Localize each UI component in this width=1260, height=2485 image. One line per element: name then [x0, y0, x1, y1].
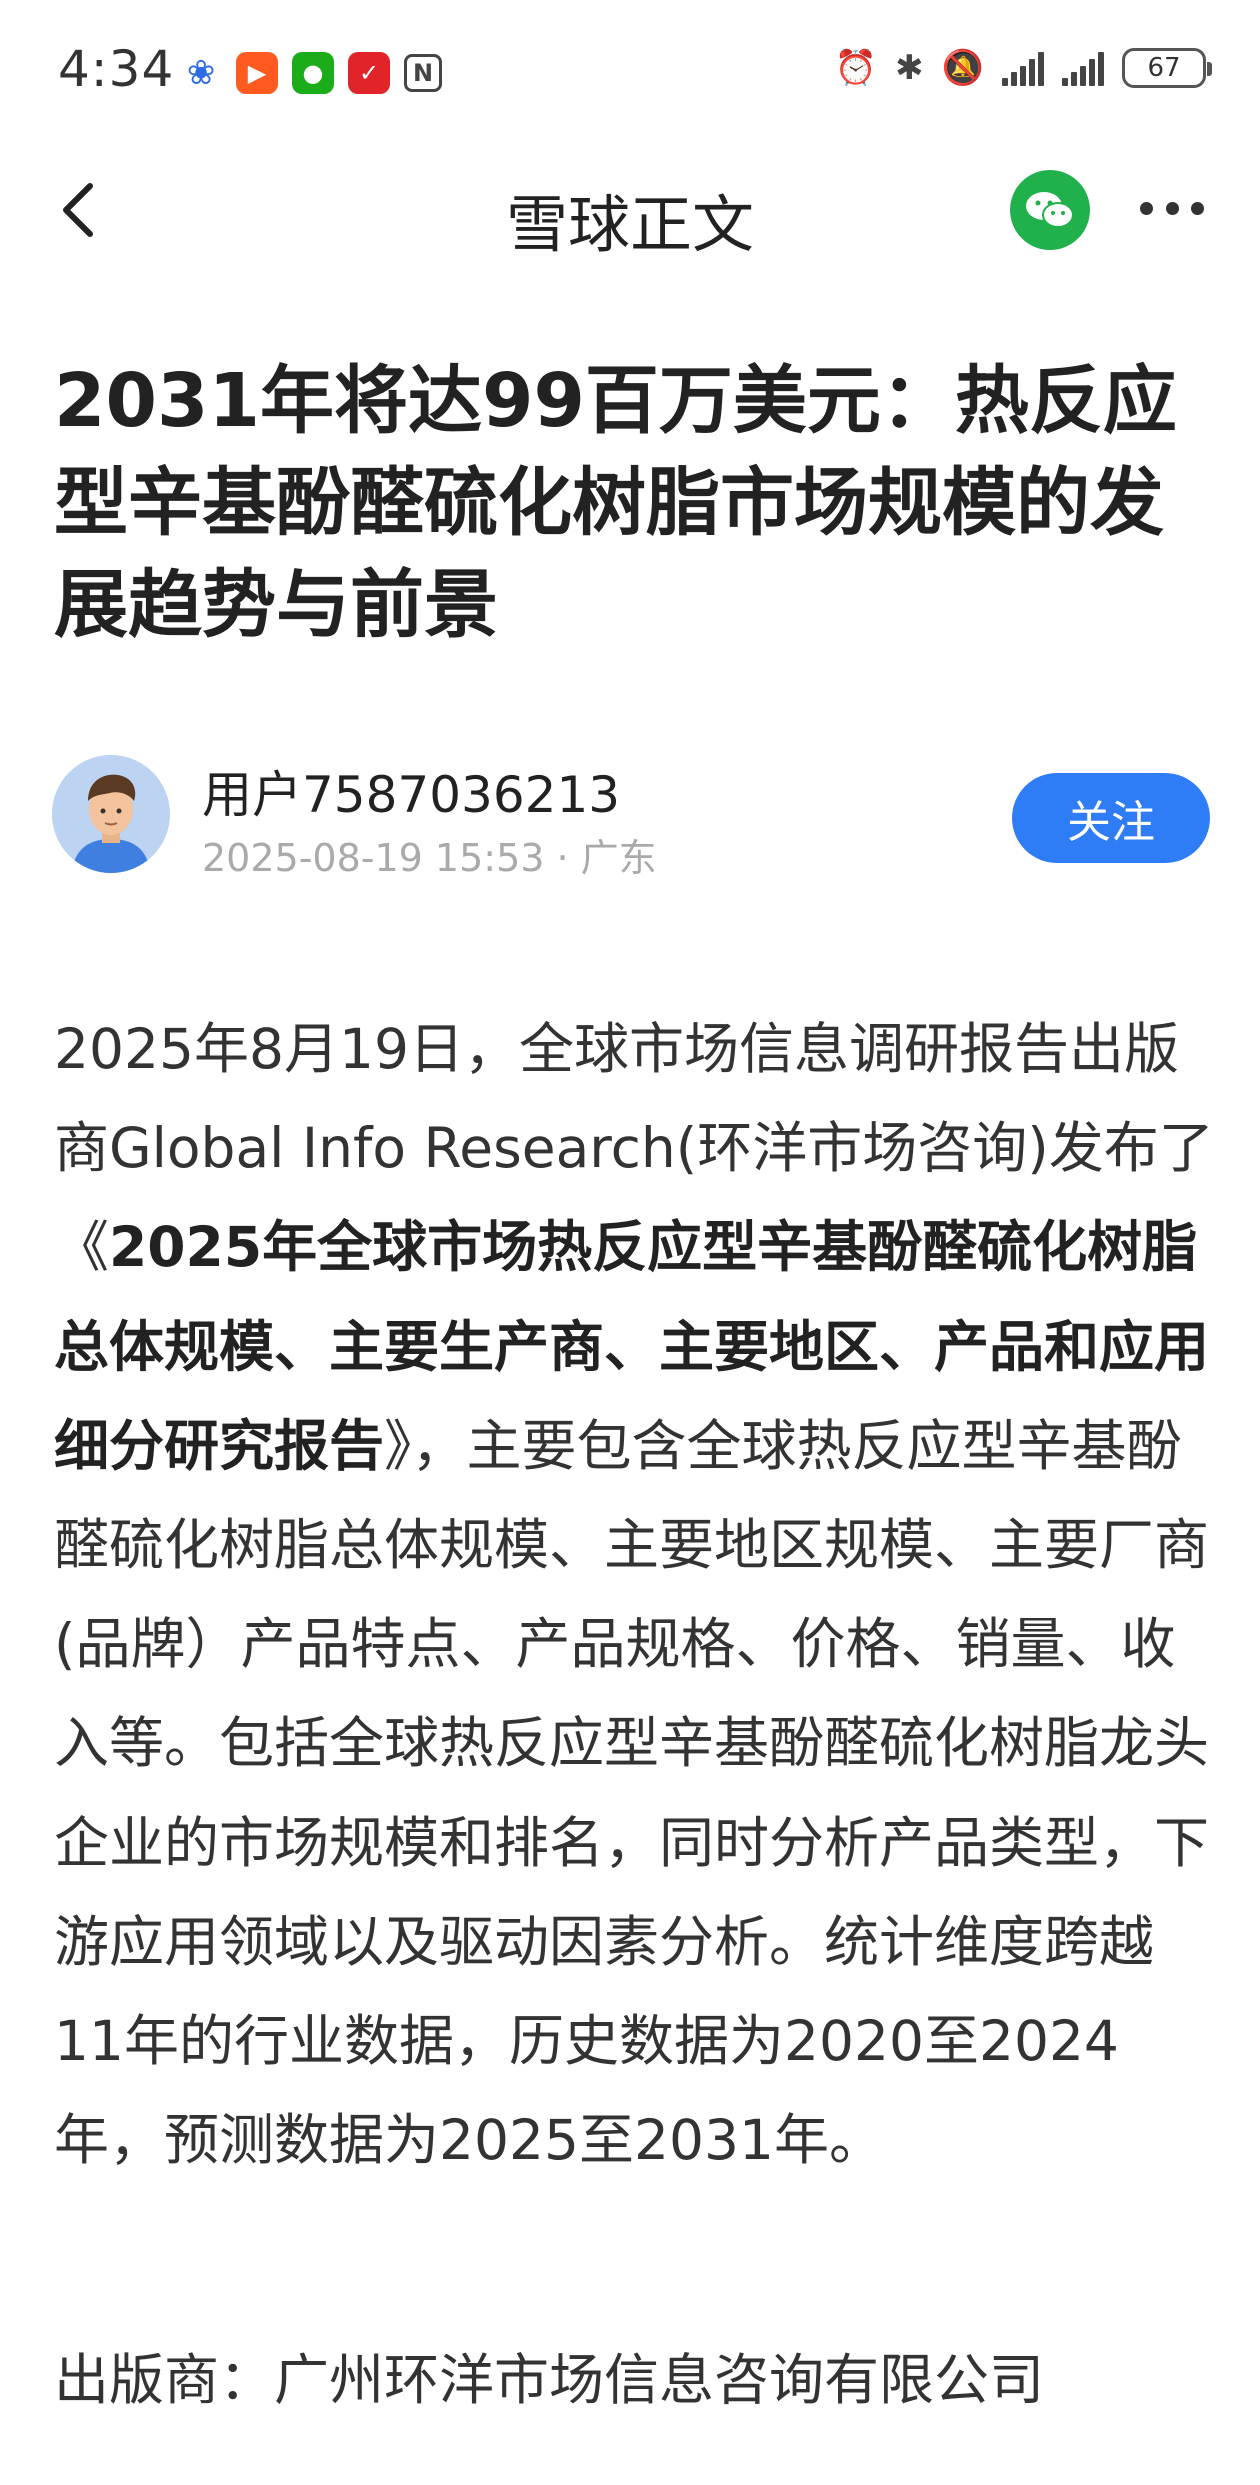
mute-icon: 🔕 [941, 48, 984, 88]
author-row: 用户7587036213 2025-08-19 15:53 · 广东 关注 [52, 755, 1212, 880]
article-body: 2025年8月19日，全球市场信息调研报告出版商Global Info Rese… [54, 1000, 1214, 2190]
publisher-line: 出版商：广州环洋市场信息咨询有限公司 [54, 2348, 1045, 2412]
battery-level: 67 [1147, 53, 1181, 83]
status-bar: 4:34 ❀ ▶ ● ✓ N ⏰ ✱ 🔕 67 [0, 0, 1260, 150]
post-meta: 2025-08-19 15:53 · 广东 [202, 836, 657, 880]
author-name[interactable]: 用户7587036213 [202, 755, 620, 827]
signal-icon [1002, 50, 1044, 86]
bluetooth-icon: ✱ [895, 48, 924, 88]
signal-icon-2 [1062, 50, 1104, 86]
nav-bar: 雪球正文 [0, 150, 1260, 270]
alarm-icon: ⏰ [834, 48, 878, 88]
avatar[interactable] [52, 755, 170, 873]
kuaishou-app-icon: ▶ [236, 52, 278, 94]
status-app-icons: ❀ ▶ ● ✓ N [180, 52, 442, 94]
status-indicators: ⏰ ✱ 🔕 67 [834, 48, 1212, 88]
baidu-app-icon: ❀ [186, 53, 216, 93]
follow-button[interactable]: 关注 [1012, 773, 1210, 863]
body-rest: 》，主要包含全球热反应型辛基酚醛硫化树脂总体规模、主要地区规模、主要厂商(品牌）… [54, 1413, 1210, 2173]
nfc-icon: N [404, 54, 442, 92]
wechat-share-icon[interactable] [1010, 170, 1090, 250]
red-app-icon: ✓ [348, 52, 390, 94]
status-time: 4:34 [58, 40, 175, 98]
article-title: 2031年将达99百万美元：热反应型辛基酚醛硫化树脂市场规模的发展趋势与前景 [54, 358, 1177, 648]
battery-icon: 67 [1122, 48, 1212, 88]
wechat-app-icon: ● [292, 52, 334, 94]
more-options-icon[interactable] [1140, 198, 1204, 218]
